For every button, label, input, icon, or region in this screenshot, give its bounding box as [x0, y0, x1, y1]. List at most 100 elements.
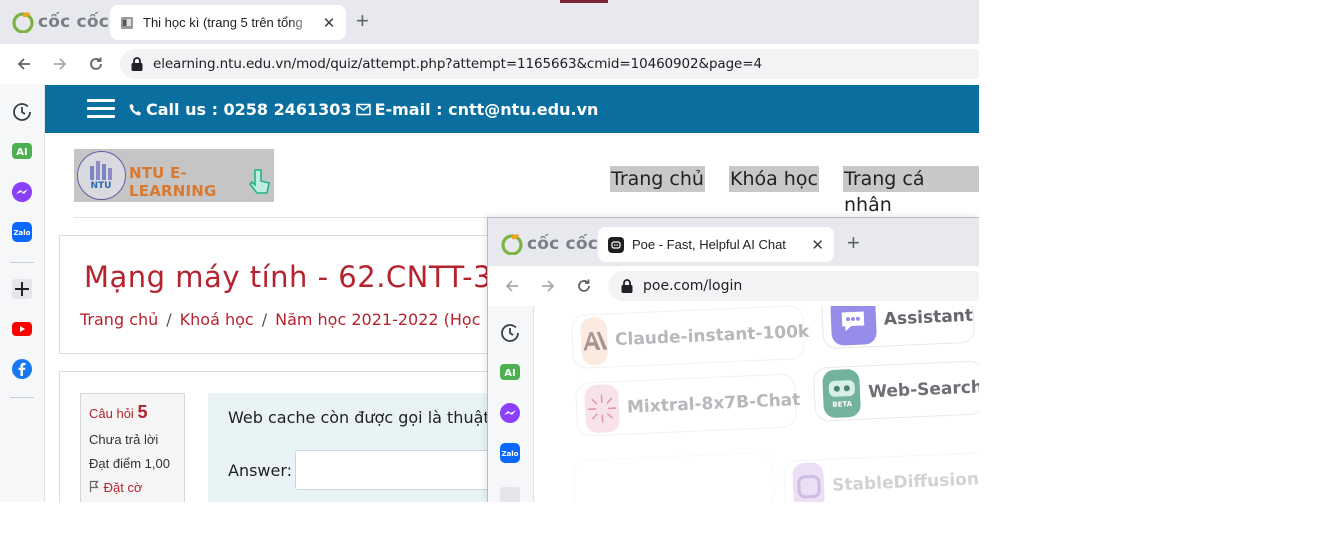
zalo-icon[interactable]: Zalo [499, 442, 521, 464]
coccoc-brand-text: cốc cốc [527, 234, 598, 254]
reload-button[interactable] [573, 275, 595, 297]
arrow-right-icon [54, 58, 67, 70]
ai-icon[interactable]: AI [11, 141, 33, 163]
bot-name: Claude-instant-100k [614, 321, 810, 351]
sidebar-divider [10, 262, 34, 263]
breadcrumb-year[interactable]: Năm học 2021-2022 (Học k [275, 310, 495, 329]
web-search-icon: BETA [822, 368, 862, 419]
question-info: Câu hỏi 5 Chưa trả lời Đạt điểm 1,00 Đặt… [80, 393, 185, 502]
active-tab[interactable]: Thi học kì (trang 5 trên tổng ✕ [110, 5, 346, 40]
site-logo[interactable]: NTU NTU E-LEARNING [74, 149, 274, 202]
bot-card-web-search[interactable]: BETA Web-Search [812, 360, 979, 422]
poe-toolbar: poe.com/login [488, 266, 979, 306]
nav-home[interactable]: Trang chủ [610, 166, 705, 192]
history-icon[interactable] [499, 322, 521, 344]
bot-name: Mixtral-8x7B-Chat [626, 390, 801, 418]
bot-name: Assistant [883, 306, 974, 330]
coccoc-leaf-icon [501, 234, 523, 255]
forward-button[interactable] [49, 53, 71, 75]
svg-text:Zalo: Zalo [501, 450, 518, 458]
beta-badge: BETA [832, 400, 853, 409]
zalo-icon[interactable]: Zalo [11, 221, 33, 243]
poe-active-tab[interactable]: Poe - Fast, Helpful AI Chat ✕ [598, 227, 834, 262]
back-button[interactable] [501, 275, 523, 297]
add-icon[interactable] [499, 486, 521, 502]
browser-sidebar: AI Zalo [0, 84, 45, 502]
coccoc-leaf-icon [12, 12, 34, 33]
poe-favicon-icon [608, 236, 624, 253]
question-points: Đạt điểm 1,00 [89, 456, 170, 471]
bot-name: Web-Search [867, 377, 979, 403]
reload-button[interactable] [85, 53, 107, 75]
svg-text:AI: AI [16, 147, 27, 158]
nav-courses[interactable]: Khóa học [729, 166, 819, 192]
poe-login-page: Claude-instant-100k Assistant Mixtral-8x… [534, 306, 979, 502]
reload-icon [90, 57, 102, 70]
moodle-page-icon [121, 16, 133, 29]
pointer-hand-icon [248, 169, 270, 194]
breadcrumb-separator: / [261, 310, 268, 329]
question-text: Web cache còn được gọi là thuật n [228, 408, 505, 427]
contact-header: Call us : 0258 2461303 E-mail : cntt@ntu… [45, 85, 979, 133]
svg-text:AI: AI [504, 368, 515, 379]
poe-coccoc-logo[interactable]: cốc cốc [501, 233, 598, 255]
ntu-emblem-icon: NTU [90, 161, 112, 191]
menu-icon[interactable] [87, 99, 115, 119]
ntu-emblem: NTU [77, 151, 126, 200]
bot-card-assistant[interactable]: Assistant [820, 306, 976, 350]
call-us-text: Call us : 0258 2461303 [146, 100, 352, 119]
bot-card-stable-diffusion[interactable]: StableDiffusionXL [782, 451, 979, 502]
arrow-left-icon [505, 280, 518, 292]
bot-card-faded [572, 451, 776, 502]
breadcrumb-separator: / [166, 310, 172, 329]
poe-url-text: poe.com/login [643, 278, 743, 294]
tab-title: Thi học kì (trang 5 trên tổng [143, 15, 303, 30]
browser-toolbar: elearning.ntu.edu.vn/mod/quiz/attempt.ph… [0, 44, 979, 84]
mail-icon [355, 103, 371, 116]
youtube-icon[interactable] [11, 318, 33, 340]
messenger-icon[interactable] [499, 402, 521, 424]
bot-card-claude[interactable]: Claude-instant-100k [570, 306, 810, 370]
mixtral-icon [584, 383, 621, 434]
bot-name: StableDiffusionXL [831, 468, 979, 496]
svg-text:NTU: NTU [91, 181, 112, 191]
back-button[interactable] [13, 53, 35, 75]
svg-text:Zalo: Zalo [13, 229, 30, 237]
new-tab-button[interactable]: + [847, 232, 860, 254]
ai-icon[interactable]: AI [499, 362, 521, 384]
reload-icon [578, 279, 590, 292]
poe-tab-title: Poe - Fast, Helpful AI Chat [632, 237, 786, 252]
poe-address-bar[interactable]: poe.com/login [608, 271, 979, 301]
add-icon[interactable] [11, 278, 33, 300]
coccoc-logo[interactable]: cốc cốc [12, 11, 109, 33]
stable-diffusion-icon [792, 462, 826, 502]
browser-window: cốc cốc Thi học kì (trang 5 trên tổng ✕ … [0, 0, 979, 502]
lock-icon [621, 279, 633, 293]
address-bar[interactable]: elearning.ntu.edu.vn/mod/quiz/attempt.ph… [120, 49, 979, 79]
sidebar-divider [10, 397, 34, 398]
close-tab-icon[interactable]: ✕ [322, 14, 336, 32]
close-tab-icon[interactable]: ✕ [811, 236, 824, 254]
bot-card-mixtral[interactable]: Mixtral-8x7B-Chat [574, 373, 801, 437]
arrow-left-icon [17, 58, 30, 70]
breadcrumb-courses[interactable]: Khoá học [180, 310, 254, 329]
flag-icon [89, 480, 99, 492]
tab-strip: cốc cốc Thi học kì (trang 5 trên tổng ✕ … [0, 0, 979, 44]
messenger-icon[interactable] [11, 181, 33, 203]
history-icon[interactable] [11, 101, 33, 123]
nav-profile[interactable]: Trang cá nhân [843, 166, 979, 216]
facebook-icon[interactable] [11, 358, 33, 380]
breadcrumb-home[interactable]: Trang chủ [80, 310, 158, 329]
new-tab-button[interactable]: + [356, 10, 369, 32]
lock-icon [131, 57, 143, 71]
url-text: elearning.ntu.edu.vn/mod/quiz/attempt.ph… [153, 56, 762, 72]
coccoc-brand-text: cốc cốc [38, 12, 109, 32]
flag-question-link[interactable]: Đặt cờ [89, 480, 184, 495]
forward-button[interactable] [537, 275, 559, 297]
arrow-right-icon [542, 280, 555, 292]
question-number: Câu hỏi 5 [89, 402, 148, 422]
poe-browser-window: cốc cốc Poe - Fast, Helpful AI Chat ✕ + [487, 217, 979, 502]
breadcrumb: Trang chủ / Khoá học / Năm học 2021-2022 (Họ… [80, 310, 495, 329]
phone-icon [129, 104, 141, 116]
contact-info: Call us : 0258 2461303 E-mail : cntt@ntu… [129, 100, 598, 119]
